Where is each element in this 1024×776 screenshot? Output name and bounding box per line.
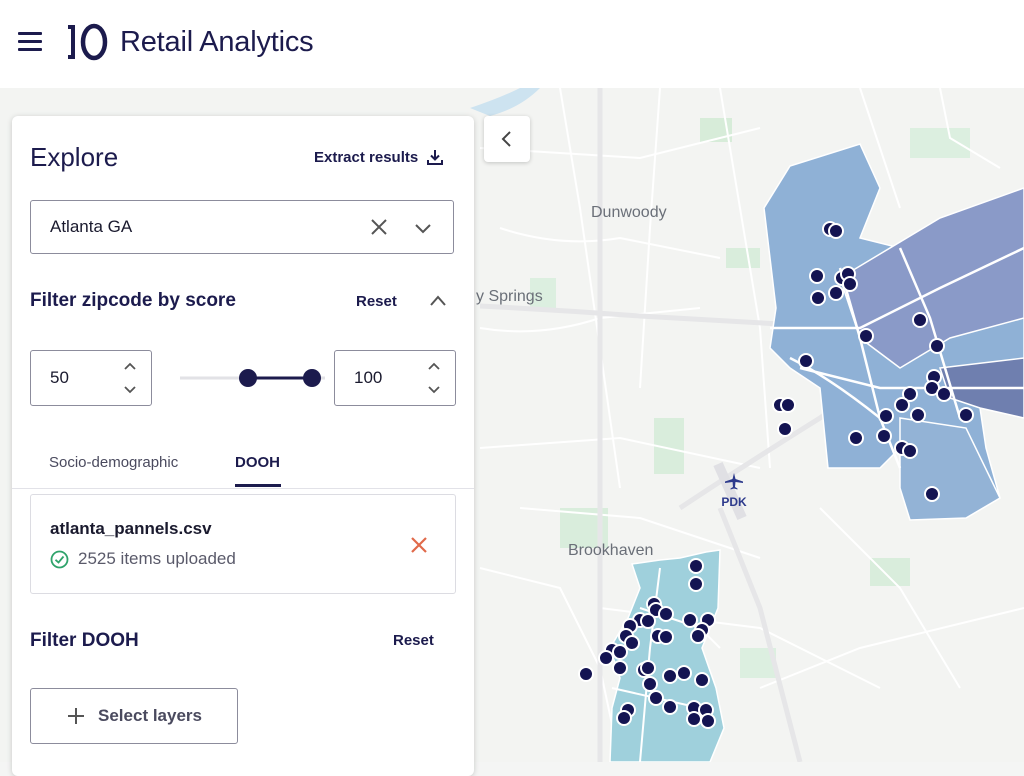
logo-mark-icon (68, 23, 108, 61)
file-status-text: 2525 items uploaded (78, 549, 236, 568)
score-min-value: 50 (50, 368, 69, 387)
map-label-sandy-springs: y Springs (476, 288, 543, 305)
chevron-down-icon[interactable] (413, 219, 433, 239)
menu-icon[interactable] (18, 32, 42, 52)
slider-min-handle[interactable] (239, 369, 257, 387)
file-name: atlanta_pannels.csv (50, 519, 212, 538)
tab-socio-demographic[interactable]: Socio-demographic (49, 454, 178, 471)
slider-max-handle[interactable] (303, 369, 321, 387)
airport-marker: PDK (714, 472, 754, 509)
filter-dooh-reset-button[interactable]: Reset (393, 632, 434, 649)
score-max-input[interactable]: 100 (334, 350, 456, 406)
stepper-arrows-icon[interactable] (123, 359, 137, 397)
chevron-up-icon[interactable] (428, 293, 448, 307)
filter-dooh-title: Filter DOOH (30, 630, 139, 651)
app-header: Retail Analytics (0, 0, 1024, 88)
filter-score-reset-button[interactable]: Reset (356, 293, 397, 310)
plus-icon (68, 708, 85, 724)
file-status: 2525 items uploaded (50, 549, 236, 569)
score-min-input[interactable]: 50 (30, 350, 152, 406)
airplane-icon (725, 473, 743, 490)
stepper-arrows-icon[interactable] (427, 359, 441, 397)
location-select-value: Atlanta GA (50, 217, 133, 236)
layer-tabs: Socio-demographic DOOH (12, 446, 474, 489)
extract-results-label: Extract results (314, 148, 419, 166)
collapse-panel-button[interactable] (484, 116, 530, 162)
brand-logo (66, 22, 108, 62)
uploaded-file-card: atlanta_pannels.csv 2525 items uploaded (30, 494, 456, 594)
score-max-value: 100 (354, 368, 383, 387)
location-select[interactable]: Atlanta GA (30, 200, 454, 254)
clear-icon[interactable] (369, 217, 389, 237)
airport-label: PDK (721, 495, 747, 509)
active-tab-indicator (235, 484, 281, 487)
app-title: Retail Analytics (120, 26, 314, 58)
panel-title: Explore (30, 142, 119, 172)
chevron-left-icon (501, 131, 511, 147)
check-circle-icon (50, 550, 69, 568)
map-label-dunwoody: Dunwoody (591, 204, 667, 221)
map-label-brookhaven: Brookhaven (568, 542, 654, 559)
extract-results-button[interactable]: Extract results (314, 148, 444, 166)
filter-score-title: Filter zipcode by score (30, 290, 236, 311)
explore-panel: Explore Extract results Atlanta GA Filte… (12, 116, 474, 776)
select-layers-button[interactable]: Select layers (30, 688, 238, 744)
select-layers-label: Select layers (98, 706, 202, 725)
tab-dooh[interactable]: DOOH (235, 454, 280, 471)
download-icon (427, 150, 444, 165)
remove-file-icon[interactable] (409, 535, 429, 555)
score-range-slider[interactable] (180, 368, 325, 388)
